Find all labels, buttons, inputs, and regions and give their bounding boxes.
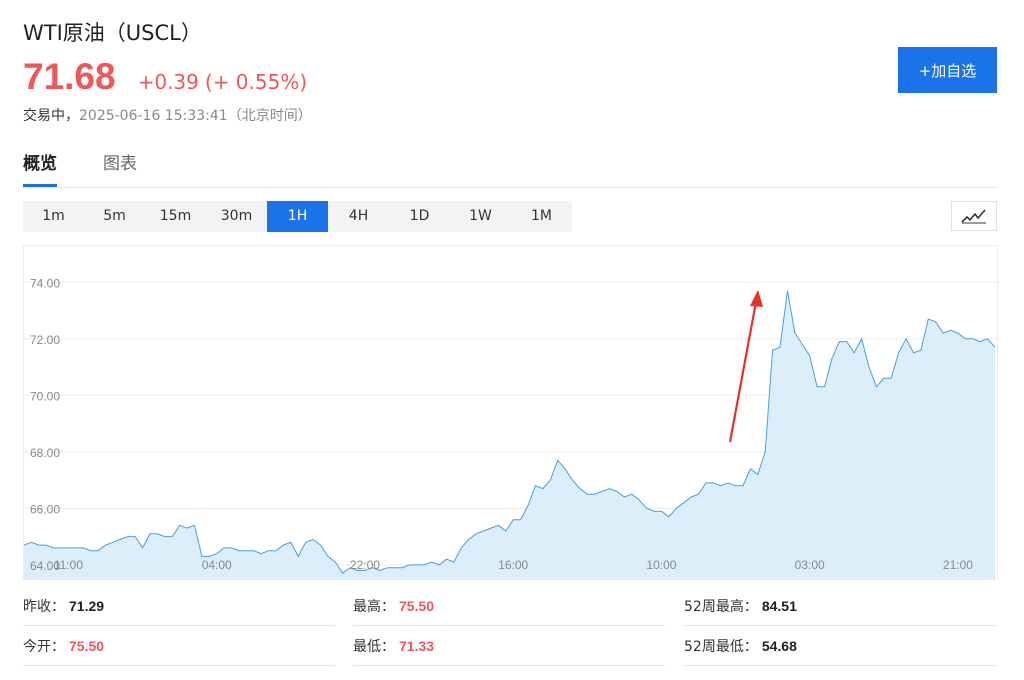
price-change: +0.39 [137,70,199,94]
x-tick-label: 04:00 [202,558,232,572]
x-tick-label: 21:00 [943,558,973,572]
period-15m[interactable]: 15m [145,201,206,232]
annotation-arrow-head [750,290,763,307]
y-tick-label: 74.00 [30,276,60,290]
period-4h[interactable]: 4H [328,201,389,232]
price-row: 71.68 +0.39 (+ 0.55%) [23,56,307,98]
period-1d[interactable]: 1D [389,201,450,232]
price-change-percent: (+ 0.55%) [204,70,308,94]
line-chart-icon [961,209,986,224]
stat-52w-low: 52周最低： 54.68 [684,626,997,666]
tab-bar: 概览 图表 [23,150,997,188]
price-chart-svg: 64.0066.0068.0070.0072.0074.0011:00 04:00… [24,276,997,579]
chart-type-button[interactable] [951,201,997,231]
status-label: 交易中， [23,108,79,124]
period-1w[interactable]: 1W [450,201,511,232]
trading-status: 交易中，2025-06-16 15:33:41（北京时间） [23,105,312,125]
period-1mo[interactable]: 1M [511,201,572,232]
stat-52w-high: 52周最高： 84.51 [684,586,997,626]
y-tick-label: 72.00 [30,333,60,347]
y-tick-label: 66.00 [30,502,60,516]
add-watchlist-button[interactable]: +加自选 [898,47,997,93]
price-chart[interactable]: 64.00 66.00 68.00 70.00 72.00 74.00 11:00 04:00… [23,245,998,580]
tab-overview[interactable]: 概览 [23,150,57,187]
price-area-fill [24,290,995,579]
period-1m[interactable]: 1m [23,201,84,232]
x-tick-label: 16:00 [498,558,528,572]
stat-prev-close: 昨收： 71.29 [23,586,335,626]
tab-chart[interactable]: 图表 [103,150,137,187]
x-tick-label: 03:00 [795,558,825,572]
x-tick-label: 22:00 [350,558,380,572]
stat-low: 最低： 71.33 [353,626,665,666]
y-tick-label: 70.00 [30,389,60,403]
period-selector: 1m 5m 15m 30m 1H 4H 1D 1W 1M [23,201,572,232]
timestamp: 2025-06-16 15:33:41（北京时间） [79,108,312,124]
last-price: 71.68 [23,56,116,97]
stat-open: 今开： 75.50 [23,626,335,666]
y-tick-label: 68.00 [30,446,60,460]
period-5m[interactable]: 5m [84,201,145,232]
x-tick-label: 11:00 [54,558,83,572]
annotation-arrow-shaft [728,301,758,443]
x-tick-label: 10:00 [646,558,676,572]
stat-high: 最高： 75.50 [353,586,665,626]
period-30m[interactable]: 30m [206,201,267,232]
period-1h[interactable]: 1H [267,201,328,232]
instrument-title: WTI原油（USCL） [23,21,202,45]
